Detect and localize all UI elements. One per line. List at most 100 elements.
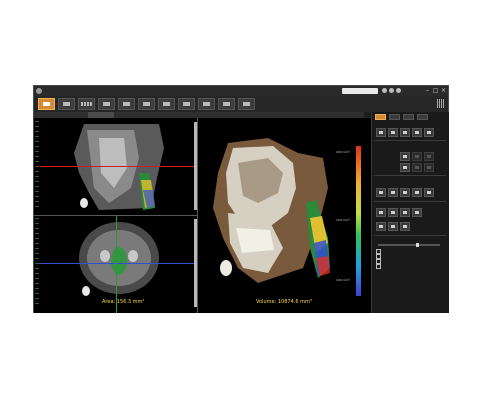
image-viewer[interactable]: Area: 156.3 mm² Volume: 10874.6 mm³ 200 … bbox=[34, 118, 371, 313]
toolbar-button-wrench[interactable] bbox=[198, 98, 215, 110]
tool-icon bbox=[379, 131, 383, 134]
threshold-slider[interactable] bbox=[378, 243, 440, 247]
implant-icon bbox=[183, 102, 190, 106]
window-restore-icon[interactable] bbox=[396, 88, 401, 93]
panel-button-7[interactable] bbox=[412, 152, 422, 161]
tool-icon bbox=[427, 166, 431, 169]
panel-button-4[interactable] bbox=[412, 128, 422, 137]
tool-icon bbox=[403, 191, 407, 194]
tool-icon bbox=[379, 225, 383, 228]
option-row-2[interactable] bbox=[376, 254, 442, 259]
zoom-out-icon[interactable] bbox=[389, 88, 394, 93]
app-icon bbox=[36, 88, 42, 94]
tool-icon bbox=[415, 155, 419, 158]
open-case-icon bbox=[43, 102, 50, 106]
tool-icon bbox=[415, 211, 419, 214]
tool-icon bbox=[403, 211, 407, 214]
option-row-3[interactable] bbox=[376, 259, 442, 264]
panel-button-19[interactable] bbox=[400, 208, 410, 217]
panel-button-13[interactable] bbox=[388, 188, 398, 197]
panel-tab-airway[interactable] bbox=[375, 114, 386, 120]
tool-icon bbox=[391, 225, 395, 228]
tool-icon bbox=[379, 191, 383, 194]
panel-button-11[interactable] bbox=[424, 163, 434, 172]
slider-knob[interactable] bbox=[416, 243, 419, 247]
panel-divider bbox=[374, 140, 446, 141]
toolbar-button-film-strip[interactable] bbox=[78, 98, 95, 110]
checkbox[interactable] bbox=[376, 264, 381, 269]
patient-icon bbox=[63, 102, 70, 106]
panel-tab-settings[interactable] bbox=[403, 114, 414, 120]
toolbar-button-implant[interactable] bbox=[178, 98, 195, 110]
cut-icon bbox=[143, 102, 150, 106]
report-icon bbox=[223, 102, 230, 106]
main-toolbar bbox=[34, 96, 448, 112]
panel-button-9[interactable] bbox=[400, 163, 410, 172]
scale-label-bottom: 100 mm² bbox=[336, 278, 350, 282]
panel-button-6[interactable] bbox=[400, 152, 410, 161]
panel-divider bbox=[374, 175, 446, 176]
panel-divider bbox=[374, 235, 446, 236]
option-row-1[interactable] bbox=[376, 249, 442, 254]
minimize-icon[interactable]: – bbox=[424, 87, 431, 94]
title-bar: – □ × bbox=[34, 86, 448, 96]
tool-icon bbox=[427, 155, 431, 158]
crosshair-blue[interactable] bbox=[39, 263, 197, 264]
toolbar-button-patient[interactable] bbox=[58, 98, 75, 110]
tool-icon bbox=[403, 155, 407, 158]
slice-scrollbar-top[interactable] bbox=[194, 122, 197, 210]
panel-button-23[interactable] bbox=[400, 222, 410, 231]
rotate-3d-icon bbox=[163, 102, 170, 106]
panel-button-15[interactable] bbox=[412, 188, 422, 197]
slice-scrollbar-bottom[interactable] bbox=[194, 219, 197, 307]
tool-icon bbox=[391, 131, 395, 134]
panel-button-14[interactable] bbox=[400, 188, 410, 197]
panel-button-16[interactable] bbox=[424, 188, 434, 197]
toolbar-button-report[interactable] bbox=[218, 98, 235, 110]
panel-tab-help[interactable] bbox=[417, 114, 428, 120]
tool-icon bbox=[427, 191, 431, 194]
panel-button-20[interactable] bbox=[412, 208, 422, 217]
panel-button-2[interactable] bbox=[388, 128, 398, 137]
panel-button-12[interactable] bbox=[376, 188, 386, 197]
app-window: – □ × Area: 156.3 mm² Volume: 10874.6 mm… bbox=[33, 85, 449, 313]
zoom-in-icon[interactable] bbox=[382, 88, 387, 93]
panel-button-22[interactable] bbox=[388, 222, 398, 231]
panel-button-10[interactable] bbox=[412, 163, 422, 172]
volume-icon bbox=[123, 102, 130, 106]
tool-icon bbox=[427, 131, 431, 134]
panel-button-18[interactable] bbox=[388, 208, 398, 217]
film-strip-icon bbox=[81, 102, 92, 106]
panel-button-5[interactable] bbox=[424, 128, 434, 137]
vendor-logo-icon bbox=[437, 99, 445, 108]
panel-button-1[interactable] bbox=[376, 128, 386, 137]
panel-button-17[interactable] bbox=[376, 208, 386, 217]
panel-button-21[interactable] bbox=[376, 222, 386, 231]
panel-tab-display[interactable] bbox=[389, 114, 400, 120]
maximize-icon[interactable]: □ bbox=[432, 87, 439, 94]
airway-color-scale bbox=[356, 146, 361, 296]
tool-icon bbox=[415, 131, 419, 134]
search-input[interactable] bbox=[342, 88, 378, 94]
area-measurement: Area: 156.3 mm² bbox=[102, 299, 145, 305]
volume-measurement: Volume: 10874.6 mm³ bbox=[256, 299, 312, 305]
tool-icon bbox=[403, 166, 407, 169]
scale-label-top: 200 mm² bbox=[336, 150, 350, 154]
toolbar-button-open-case[interactable] bbox=[38, 98, 55, 110]
panel-button-3[interactable] bbox=[400, 128, 410, 137]
tool-icon bbox=[415, 166, 419, 169]
toolbar-button-volume[interactable] bbox=[118, 98, 135, 110]
crosshair-red[interactable] bbox=[39, 166, 197, 167]
toolbar-button-rotate-3d[interactable] bbox=[158, 98, 175, 110]
volume-render-3d[interactable] bbox=[198, 118, 338, 313]
export-icon bbox=[243, 102, 250, 106]
option-row-4[interactable] bbox=[376, 264, 442, 269]
toolbar-button-layout[interactable] bbox=[98, 98, 115, 110]
tool-icon bbox=[415, 191, 419, 194]
tool-icon bbox=[391, 211, 395, 214]
toolbar-button-export[interactable] bbox=[238, 98, 255, 110]
toolbar-button-cut[interactable] bbox=[138, 98, 155, 110]
panel-button-8[interactable] bbox=[424, 152, 434, 161]
close-icon[interactable]: × bbox=[440, 87, 447, 94]
wrench-icon bbox=[203, 102, 210, 106]
